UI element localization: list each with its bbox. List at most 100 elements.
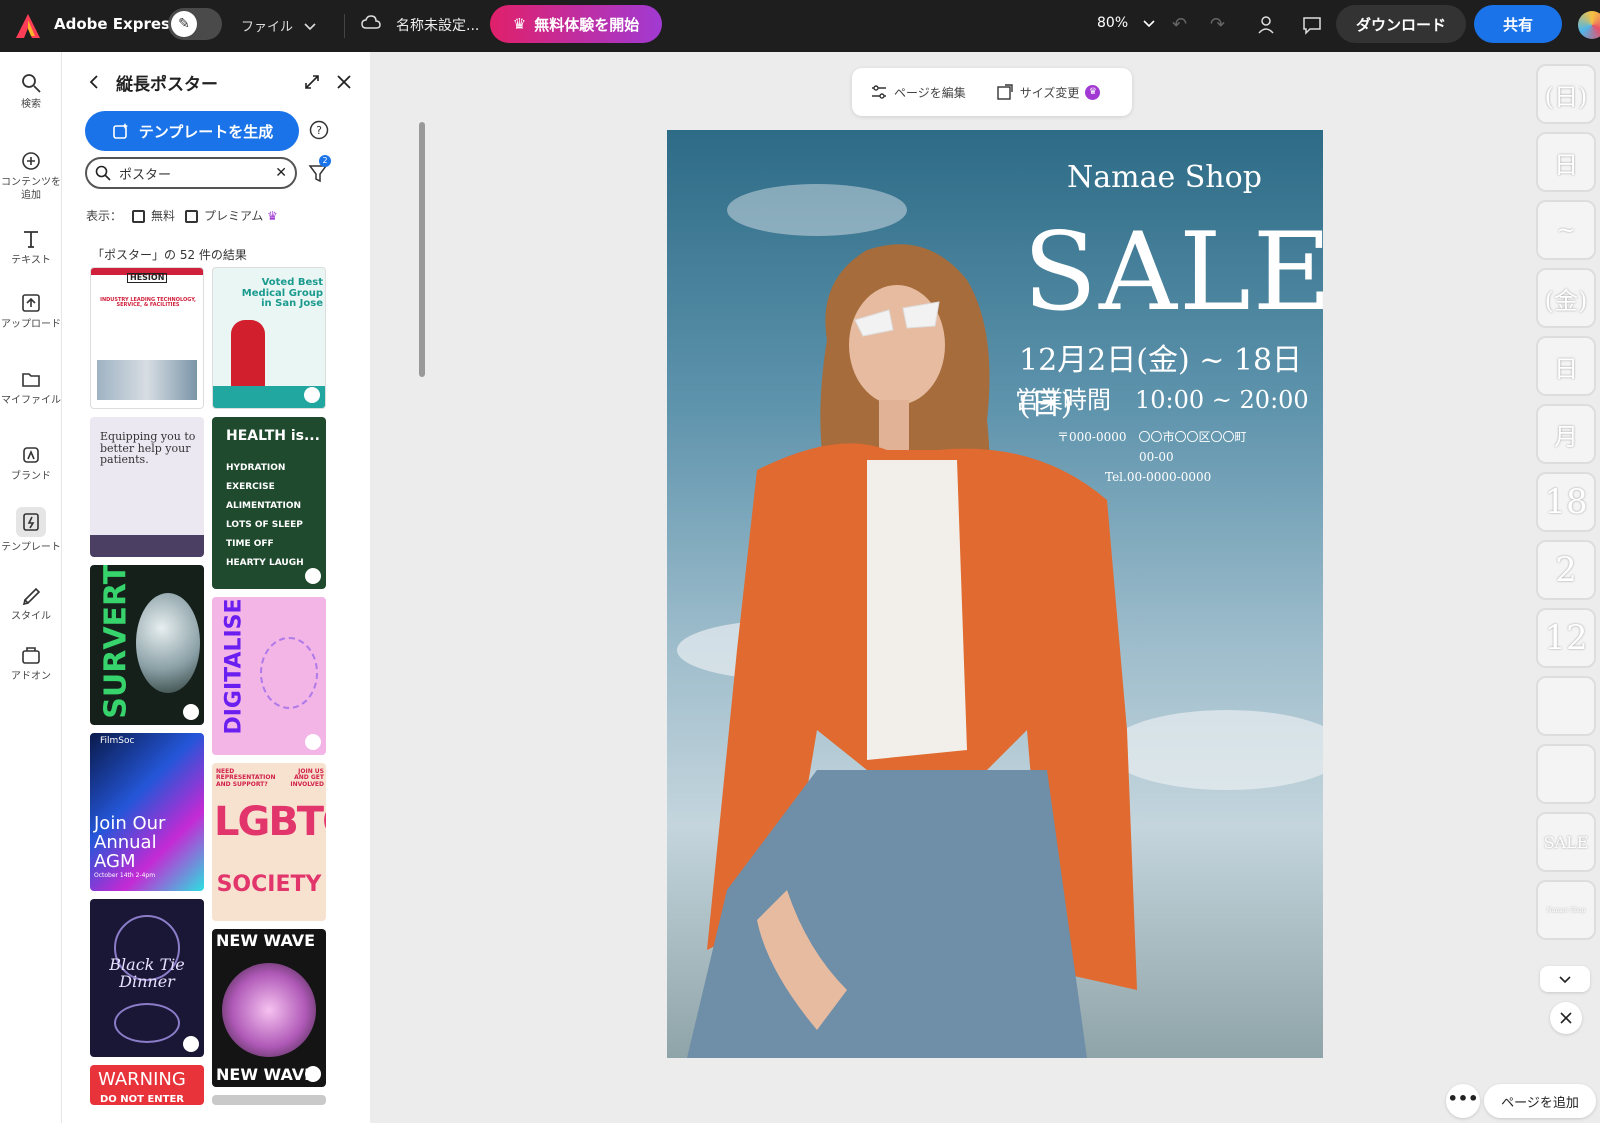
premium-checkbox[interactable]: プレミアム ♛: [185, 207, 278, 224]
thumb-photo: [97, 360, 197, 400]
layer-thumbnail[interactable]: 月: [1536, 404, 1596, 464]
start-trial-label: 無料体験を開始: [534, 15, 640, 34]
start-trial-button[interactable]: ♛ 無料体験を開始: [490, 5, 662, 43]
free-checkbox[interactable]: 無料: [132, 207, 175, 224]
document-name[interactable]: 名称未設定...: [396, 15, 479, 35]
comment-icon[interactable]: [1300, 13, 1324, 37]
undo-icon[interactable]: ↶: [1172, 14, 1194, 36]
rail-item-label: テンプレート: [1, 542, 61, 553]
template-thumbnail[interactable]: NEED REPRESENTATION AND SUPPORT? JOIN US…: [212, 763, 326, 921]
thumb-line: LOTS OF SLEEP: [226, 520, 303, 530]
search-icon: [95, 165, 111, 181]
thumb-bubble: [136, 593, 200, 693]
top-bar: Adobe Express ✎ ファイル 名称未設定... ♛ 無料体験を開始 …: [0, 0, 1600, 52]
scrollbar-thumb[interactable]: [419, 122, 425, 377]
search-icon: [22, 74, 41, 93]
results-count: 「ポスター」の 52 件の結果: [92, 248, 247, 262]
rail-item-upload[interactable]: アップロード: [0, 292, 62, 331]
left-rail: 検索 コンテンツを追加 テキスト アップロード マイファイル ブランド テンプレ…: [0, 52, 62, 1123]
poster-sale-text[interactable]: SALE: [1023, 210, 1323, 335]
file-menu[interactable]: ファイル: [241, 16, 317, 35]
thumb-subtitle: DO NOT ENTER: [100, 1094, 185, 1105]
template-thumbnail[interactable]: Equipping you to better help your patien…: [90, 417, 204, 557]
panel-title: 縦長ポスター: [116, 74, 218, 95]
thumb-line: HEARTY LAUGH: [226, 558, 304, 568]
resize-button[interactable]: サイズ変更 ♛: [996, 83, 1101, 101]
collaborate-icon[interactable]: [1256, 13, 1280, 37]
poster-canvas[interactable]: Namae Shop SALE 12月2日(金) ~ 18日(日) 営業時間 1…: [667, 130, 1323, 1058]
rail-item-label: スタイル: [11, 611, 51, 622]
layers-expand-button[interactable]: [1540, 966, 1590, 992]
layer-thumbnail[interactable]: 12: [1536, 608, 1596, 668]
thumb-title: DIGITALISED: [221, 597, 247, 735]
poster-hours[interactable]: 営業時間 10:00 ~ 20:00: [1015, 380, 1309, 415]
rail-item-my-files[interactable]: マイファイル: [0, 368, 62, 407]
thumb-footer: [90, 535, 204, 557]
thumb-title: Voted Best Medical Group in San Jose: [241, 277, 323, 309]
template-thumbnail[interactable]: DIGITALISED: [212, 597, 326, 755]
layer-thumbnail[interactable]: (日): [1536, 64, 1596, 124]
adobe-express-logo[interactable]: [14, 12, 42, 40]
generate-template-button[interactable]: テンプレートを生成: [85, 111, 299, 151]
layer-thumbnail[interactable]: (金): [1536, 268, 1596, 328]
rail-item-add-content[interactable]: コンテンツを追加: [0, 150, 62, 202]
rail-item-brand[interactable]: ブランド: [0, 444, 62, 483]
template-thumbnail[interactable]: FilmSoc Join Our Annual AGM October 14th…: [90, 733, 204, 891]
close-layers-button[interactable]: [1550, 1002, 1582, 1034]
avatar[interactable]: [1578, 11, 1600, 39]
layer-thumbnail[interactable]: 日: [1536, 336, 1596, 396]
layer-thumbnail[interactable]: [1536, 744, 1596, 804]
rail-item-search[interactable]: 検索: [0, 72, 62, 111]
mode-toggle[interactable]: ✎: [168, 8, 222, 40]
rail-item-label: アドオン: [11, 671, 51, 682]
edit-page-button[interactable]: ページを編集: [870, 83, 966, 101]
rail-item-label: 検索: [21, 99, 41, 110]
template-thumbnail[interactable]: WARNING DO NOT ENTER: [90, 1065, 204, 1105]
layer-thumbnail[interactable]: 18: [1536, 472, 1596, 532]
layer-thumbnail[interactable]: ~: [1536, 200, 1596, 260]
thumb-date: October 14th 2-4pm: [94, 872, 156, 879]
thumb-title: LGBTQ+: [214, 799, 326, 845]
clear-search-icon[interactable]: ✕: [275, 165, 287, 181]
thumb-line: HYDRATION: [226, 463, 286, 473]
plus-circle-icon: [22, 152, 40, 170]
template-thumbnail[interactable]: Voted Best Medical Group in San Jose: [212, 267, 326, 409]
layer-thumbnail[interactable]: SALE: [1536, 812, 1596, 872]
thumb-title: NEW WAVE: [216, 931, 316, 950]
template-thumbnail[interactable]: NEW WAVE NEW WAVE: [212, 929, 326, 1087]
expand-icon[interactable]: [302, 72, 322, 92]
poster-shop-name[interactable]: Namae Shop: [667, 160, 1323, 195]
rail-item-styles[interactable]: スタイル: [0, 584, 62, 623]
redo-icon[interactable]: ↷: [1210, 14, 1232, 36]
search-field[interactable]: ✕: [85, 157, 297, 189]
download-button[interactable]: ダウンロード: [1336, 5, 1466, 43]
layer-thumbnail[interactable]: Namae Shop: [1536, 880, 1596, 940]
thumb-title: Black Tie Dinner: [109, 955, 185, 991]
premium-crown-icon: [305, 568, 321, 584]
template-thumbnail[interactable]: SURVERT: [90, 565, 204, 725]
search-input[interactable]: [119, 165, 269, 181]
template-thumbnail[interactable]: Black Tie Dinner: [90, 899, 204, 1057]
template-thumbnail[interactable]: HEALTH is... HYDRATION EXERCISE ALIMENTA…: [212, 417, 326, 589]
layer-thumbnail[interactable]: 2: [1536, 540, 1596, 600]
layer-thumbnail[interactable]: 日: [1536, 132, 1596, 192]
layer-thumbnail[interactable]: [1536, 676, 1596, 736]
add-page-button[interactable]: ページを追加: [1484, 1084, 1596, 1118]
poster-address-block[interactable]: 〒000-0000 〇〇市〇〇区〇〇町 00-00 Tel.00-0000-00…: [1057, 427, 1247, 487]
template-thumbnail[interactable]: HESION INDUSTRY LEADING TECHNOLOGY, SERV…: [90, 267, 204, 409]
divider: [344, 14, 345, 38]
help-icon[interactable]: ?: [308, 119, 330, 141]
panel-scrollbar[interactable]: [418, 112, 426, 1123]
close-icon[interactable]: [334, 72, 354, 92]
rail-item-label: マイファイル: [1, 395, 61, 406]
zoom-control[interactable]: 80%: [1097, 15, 1156, 31]
rail-item-templates[interactable]: テンプレート: [0, 507, 62, 554]
cloud-sync-icon[interactable]: [360, 12, 382, 34]
rail-item-addons[interactable]: アドオン: [0, 644, 62, 683]
chevron-left-icon[interactable]: [84, 72, 104, 92]
more-options-button[interactable]: •••: [1446, 1084, 1480, 1118]
rail-item-text[interactable]: テキスト: [0, 228, 62, 267]
template-thumbnail[interactable]: [212, 1095, 326, 1105]
share-button[interactable]: 共有: [1474, 5, 1562, 43]
toggle-knob-icon: ✎: [171, 11, 197, 37]
